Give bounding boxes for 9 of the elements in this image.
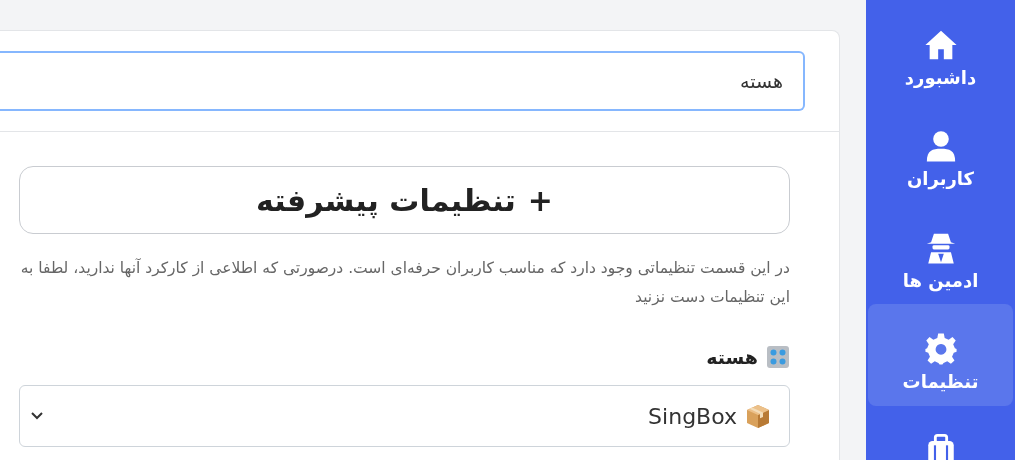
core-label: هسته [706, 344, 758, 370]
search-field[interactable]: هسته [0, 51, 805, 111]
core-select[interactable]: SingBox [19, 385, 790, 448]
sidebar-item[interactable]: کاربران [868, 101, 1013, 203]
advanced-settings-button[interactable]: + تنظیمات پیشرفته [19, 166, 790, 234]
sidebar-item[interactable]: تنظیمات [868, 304, 1013, 406]
sidebar-item[interactable]: ادمین ها [868, 202, 1013, 305]
sidebar-item[interactable]: داشبورد [868, 0, 1013, 102]
notice-text: در این قسمت تنظیماتی وجود دارد که مناسب کاربران حرفه‌ای است. درصورتی که اطلاعی از کارکرد آنها ندارید، لطفا به این تنظیمات دست نزنید [19, 257, 790, 309]
